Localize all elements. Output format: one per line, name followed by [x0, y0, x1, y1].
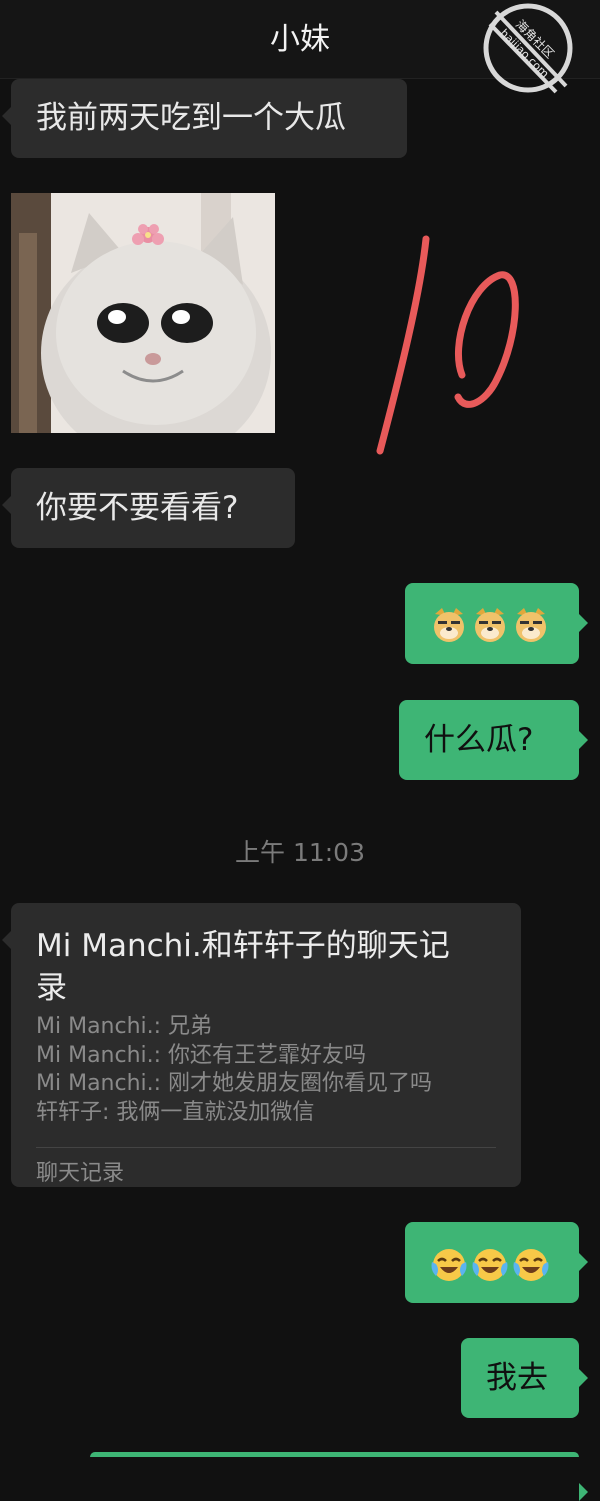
haijiao-watermark-logo: 海角社区 haijiao.com — [482, 2, 574, 94]
doge-emoji-icon — [512, 606, 550, 644]
outgoing-emoji-bubble[interactable] — [405, 583, 588, 664]
doge-emoji-icon — [430, 606, 468, 644]
chat-record-line: Mi Manchi.: 你还有王艺霏好友吗 — [36, 1042, 367, 1068]
message-text: 我前两天吃到一个大瓜 — [36, 100, 346, 136]
message-text: 我去 — [486, 1360, 548, 1396]
message-text: 你要不要看看? — [36, 490, 239, 526]
incoming-message-bubble[interactable]: 你要不要看看? — [2, 468, 295, 548]
laugh-cry-emoji-icon — [430, 1246, 468, 1284]
message-text: 什么瓜? — [424, 722, 534, 758]
chat-record-line: 轩轩子: 我俩一直就没加微信 — [36, 1099, 315, 1125]
chat-record-line: Mi Manchi.: 兄弟 — [36, 1014, 213, 1039]
message-timestamp: 上午 11:03 — [235, 838, 365, 867]
chat-record-divider — [36, 1147, 496, 1148]
outgoing-emoji-bubble[interactable] — [405, 1222, 588, 1303]
incoming-message-bubble[interactable]: 我前两天吃到一个大瓜 — [2, 79, 407, 158]
chat-record-preview: Mi Manchi.: 兄弟 Mi Manchi.: 你还有王艺霏好友吗 Mi … — [36, 1013, 432, 1127]
outgoing-message-bubble-partial[interactable] — [90, 1452, 588, 1501]
doge-emoji-icon — [471, 606, 509, 644]
laugh-cry-emoji-icon — [471, 1246, 509, 1284]
red-handwritten-annotation — [370, 225, 530, 465]
laugh-cry-emoji-icon — [512, 1246, 550, 1284]
cat-sticker-image[interactable] — [11, 193, 275, 433]
forwarded-chat-record-card[interactable]: Mi Manchi.和轩轩子的聊天记录 Mi Manchi.: 兄弟 Mi Ma… — [2, 903, 521, 1187]
outgoing-message-bubble[interactable]: 我去 — [461, 1338, 588, 1418]
chat-record-title: Mi Manchi.和轩轩子的聊天记录 — [36, 928, 450, 1006]
chat-record-line: Mi Manchi.: 刚才她发朋友圈你看见了吗 — [36, 1071, 433, 1096]
chat-record-footer: 聊天记录 — [36, 1161, 125, 1186]
outgoing-message-bubble[interactable]: 什么瓜? — [399, 700, 588, 780]
